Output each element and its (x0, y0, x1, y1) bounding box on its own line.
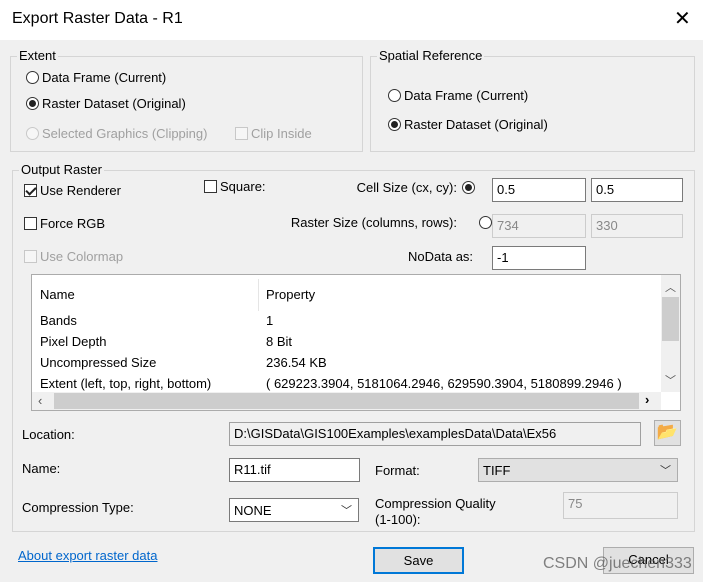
scroll-down-icon[interactable]: ﹀ (665, 372, 676, 388)
scroll-left-icon[interactable]: ‹ (38, 393, 42, 408)
square-checkbox[interactable]: Square: (204, 179, 266, 194)
watermark: CSDN @juechen333 (543, 555, 692, 572)
close-icon[interactable]: ✕ (674, 6, 691, 31)
scroll-right-icon[interactable]: › (645, 392, 649, 407)
compression-quality-label: Compression Quality (375, 496, 496, 511)
vertical-scrollbar[interactable]: ︿ ﹀ (661, 275, 680, 392)
column-header-property[interactable]: Property (266, 287, 315, 302)
cell-size-radio[interactable] (462, 181, 475, 194)
sr-data-frame-radio[interactable]: Data Frame (Current) (388, 88, 528, 103)
name-input[interactable]: R11.tif (229, 458, 360, 482)
properties-list[interactable]: Name Property Bands 1 Pixel Depth 8 Bit Unco… (31, 274, 681, 411)
column-header-name[interactable]: Name (40, 287, 75, 302)
force-rgb-checkbox[interactable]: Force RGB (24, 216, 105, 231)
window-title: Export Raster Data - R1 (12, 10, 183, 27)
browse-folder-button[interactable]: 📂 (654, 420, 681, 446)
raster-size-label: Raster Size (columns, rows): (290, 215, 457, 230)
property-value: 236.54 KB (266, 355, 327, 370)
property-name: Bands (40, 313, 77, 328)
name-label: Name: (22, 461, 61, 476)
property-name: Uncompressed Size (40, 355, 157, 370)
use-renderer-checkbox[interactable]: Use Renderer (24, 183, 121, 198)
chevron-down-icon: ﹀ (341, 505, 352, 517)
compression-quality-range: (1-100): (375, 512, 421, 527)
nodata-input[interactable]: -1 (492, 246, 586, 270)
cell-cx-input[interactable]: 0.5 (492, 178, 586, 202)
folder-icon: 📂 (656, 422, 679, 441)
cell-size-label: Cell Size (cx, cy): (356, 180, 457, 195)
format-select[interactable]: TIFF ﹀ (478, 458, 678, 482)
about-export-link[interactable]: About export raster data (18, 548, 157, 563)
compression-type-label: Compression Type: (22, 500, 134, 515)
cell-cy-input[interactable]: 0.5 (591, 178, 683, 202)
scroll-up-icon[interactable]: ︿ (665, 279, 676, 295)
format-label: Format: (375, 463, 420, 478)
chevron-down-icon: ﹀ (660, 465, 671, 477)
columns-input[interactable]: 734 (492, 214, 586, 238)
extent-data-frame-radio[interactable]: Data Frame (Current) (26, 70, 166, 85)
property-value: ( 629223.3904, 5181064.2946, 629590.3904… (266, 376, 622, 391)
horizontal-scroll-thumb[interactable] (54, 393, 639, 409)
save-button[interactable]: Save (373, 547, 464, 574)
compression-quality-input[interactable]: 75 (563, 492, 678, 519)
clip-inside-checkbox[interactable]: Clip Inside (235, 126, 312, 141)
compression-type-select[interactable]: NONE ﹀ (229, 498, 359, 522)
title-bar: Export Raster Data - R1 ✕ (0, 0, 703, 40)
vertical-scroll-thumb[interactable] (662, 297, 679, 341)
extent-raster-dataset-radio[interactable]: Raster Dataset (Original) (26, 96, 186, 111)
location-input[interactable]: D:\GISData\GIS100Examples\examplesData\D… (229, 422, 641, 446)
horizontal-scrollbar[interactable]: ‹ › (32, 392, 661, 410)
extent-legend: Extent (17, 48, 58, 63)
raster-size-radio[interactable] (478, 216, 492, 229)
property-value: 1 (266, 313, 274, 328)
property-value: 8 Bit (266, 334, 293, 349)
use-colormap-checkbox[interactable]: Use Colormap (24, 249, 123, 264)
sr-raster-dataset-radio[interactable]: Raster Dataset (Original) (388, 117, 548, 132)
location-label: Location: (22, 427, 75, 442)
output-raster-legend: Output Raster (19, 162, 104, 177)
property-name: Extent (left, top, right, bottom) (40, 376, 212, 391)
rows-input[interactable]: 330 (591, 214, 683, 238)
spatial-reference-group: Spatial Reference (370, 48, 695, 152)
spatial-reference-legend: Spatial Reference (377, 48, 485, 63)
nodata-label: NoData as: (408, 249, 474, 264)
property-name: Pixel Depth (40, 334, 107, 349)
column-divider[interactable] (258, 279, 259, 311)
extent-selected-graphics-radio[interactable]: Selected Graphics (Clipping) (26, 126, 207, 141)
